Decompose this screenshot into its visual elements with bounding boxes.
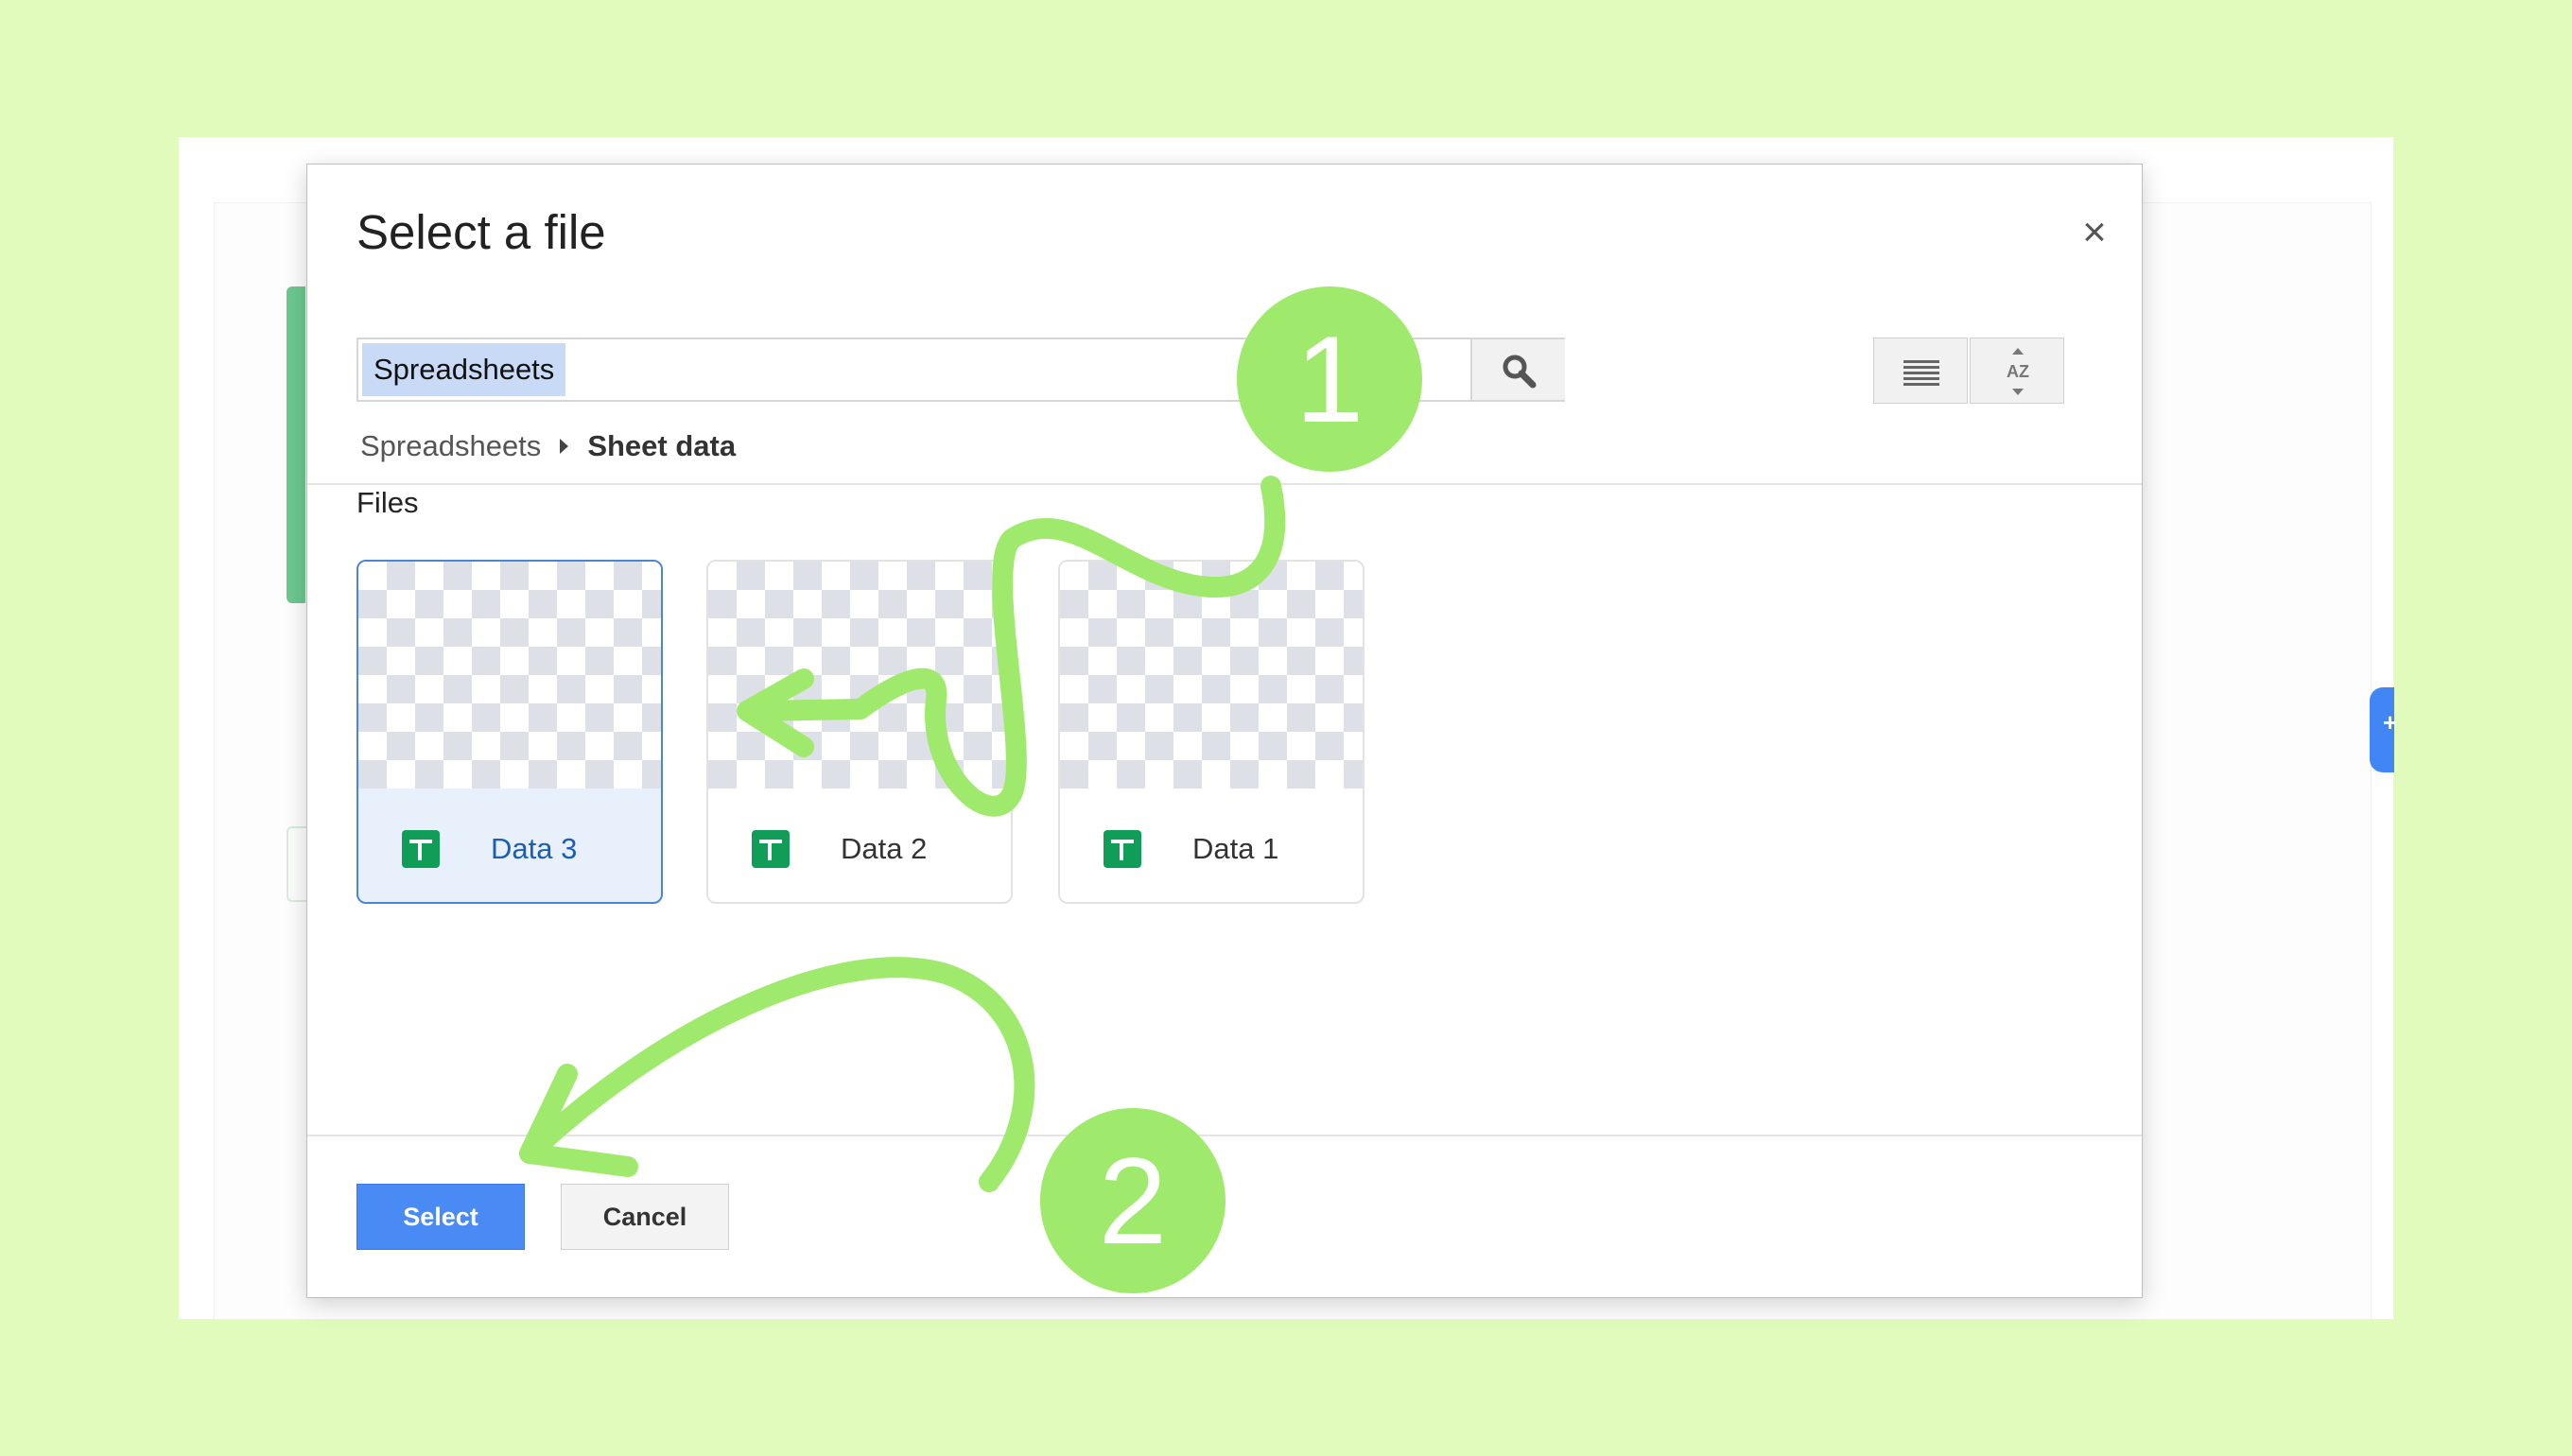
- close-icon[interactable]: ×: [2076, 212, 2113, 253]
- header-divider: [307, 483, 2142, 485]
- search-chip[interactable]: Spreadsheets: [362, 343, 566, 396]
- sort-az-icon: AZ: [2007, 348, 2029, 395]
- search-button[interactable]: [1470, 339, 1565, 400]
- svg-text:AZ: AZ: [2007, 362, 2029, 381]
- sheets-icon: [1104, 830, 1141, 868]
- chevron-right-icon: [560, 439, 569, 454]
- search-icon: [1503, 355, 1537, 389]
- background-heading-fragment: [284, 632, 306, 685]
- file-tile-data-2[interactable]: Data 2: [706, 560, 1013, 904]
- file-thumbnail: [1060, 562, 1363, 789]
- breadcrumb-item-current: Sheet data: [587, 429, 737, 462]
- file-picker-dialog: Select a file × Spreadsheets AZ Spreadsh…: [306, 164, 2143, 1298]
- footer-divider: [307, 1135, 2142, 1136]
- background-button-edge: [287, 826, 307, 902]
- file-tile-data-3[interactable]: Data 3: [356, 560, 663, 904]
- list-view-button[interactable]: [1873, 338, 1968, 404]
- sheets-icon: [402, 830, 440, 868]
- step-2-badge: 2: [1040, 1108, 1225, 1293]
- files-section-label: Files: [356, 486, 419, 519]
- sort-button[interactable]: AZ: [1970, 338, 2064, 404]
- file-thumbnail: [708, 562, 1011, 789]
- file-tile-data-1[interactable]: Data 1: [1058, 560, 1364, 904]
- breadcrumb-item-spreadsheets[interactable]: Spreadsheets: [360, 429, 541, 463]
- list-view-icon: [1903, 360, 1939, 386]
- file-name: Data 1: [1192, 832, 1279, 865]
- cancel-button[interactable]: Cancel: [561, 1184, 729, 1250]
- file-name: Data 3: [491, 832, 578, 865]
- select-button[interactable]: Select: [356, 1184, 525, 1250]
- file-name: Data 2: [841, 832, 928, 865]
- background-side-tab[interactable]: +: [2370, 687, 2397, 772]
- file-thumbnail: [358, 562, 661, 789]
- sheets-icon: [752, 830, 790, 868]
- step-1-badge: 1: [1237, 286, 1422, 472]
- background-accent-bar: [287, 286, 305, 603]
- breadcrumb: Spreadsheets Sheet data: [360, 429, 736, 463]
- dialog-title: Select a file: [356, 205, 606, 259]
